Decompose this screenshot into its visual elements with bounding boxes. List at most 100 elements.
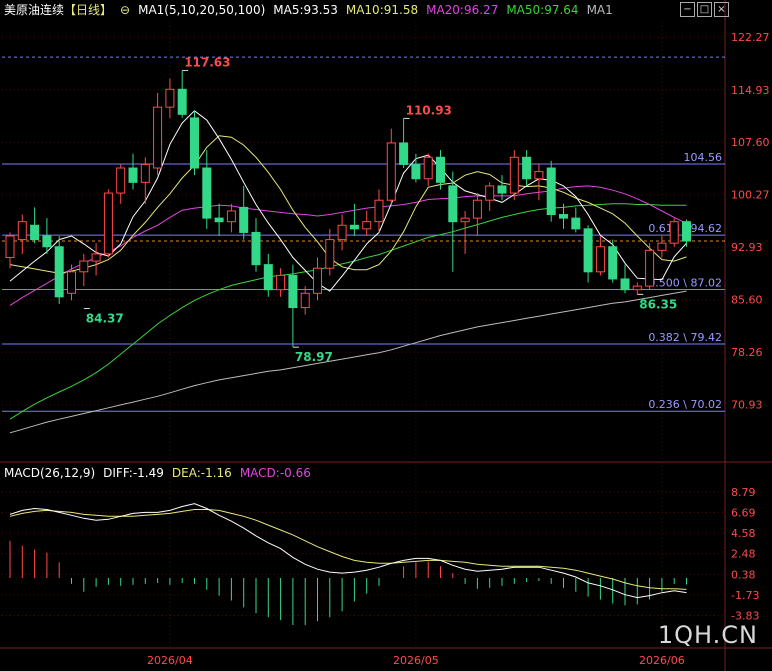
close-icon[interactable]: × — [714, 2, 729, 17]
candle-body-up — [337, 224, 347, 241]
candle-body-up — [91, 253, 101, 262]
indicator-header: 美原油连续【日线】 ⊖ MA1(5,10,20,50,100) MA5:93.53 MA… — [4, 2, 621, 18]
candle-body-down — [682, 221, 691, 242]
candle-body-down — [608, 246, 618, 280]
candle-body-up — [534, 171, 544, 180]
candle-body-down — [190, 117, 199, 169]
macd-diff-value: DIFF:-1.49 — [103, 466, 164, 480]
macd-diff-line — [9, 503, 687, 599]
candle-body-up — [460, 217, 470, 223]
candle-body-up — [595, 246, 605, 273]
candle-body-up — [374, 199, 384, 223]
candle-body-up — [153, 106, 163, 169]
ma-title: MA1(5,10,20,50,100) — [138, 3, 266, 17]
candle-body-up — [632, 285, 642, 291]
candle-body-down — [177, 88, 187, 115]
candle-body-down — [522, 156, 532, 180]
candle-body-up — [485, 185, 495, 201]
candle-body-down — [214, 217, 224, 223]
candle-body-down — [497, 185, 507, 194]
annotation-label: 86.35 — [639, 297, 677, 311]
candle-body-up — [325, 239, 335, 269]
annotation-label: 84.37 — [86, 312, 124, 326]
macd-tick-label: 4.58 — [731, 527, 756, 540]
macd-title: MACD(26,12,9) — [4, 466, 96, 480]
ma20-value: MA20:96.27 — [426, 3, 499, 17]
price-tick-label: 70.93 — [731, 399, 763, 412]
price-tick-label: 114.93 — [731, 84, 770, 97]
candle-body-down — [448, 185, 458, 223]
annotation-label: 78.97 — [295, 350, 333, 364]
candle-body-down — [546, 167, 556, 216]
candle-body-down — [571, 217, 581, 230]
candle-body-up — [67, 271, 76, 294]
price-tick-label: 100.27 — [731, 189, 770, 202]
macd-tick-label: 2.48 — [731, 548, 756, 561]
fib-level-label: 104.56 — [684, 151, 723, 164]
fib-level-label: 0.500 \ 87.02 — [648, 277, 722, 290]
candle-body-up — [116, 167, 126, 194]
time-tick-label: 2026/04 — [147, 654, 193, 667]
candle-body-down — [202, 167, 212, 219]
candle-body-up — [276, 274, 286, 291]
candle-body-up — [165, 88, 175, 108]
candle-body-down — [583, 228, 593, 273]
macd-tick-label: 6.69 — [731, 506, 756, 519]
candle-body-down — [54, 246, 64, 298]
macd-tick-label: 8.79 — [731, 486, 756, 499]
candle-body-down — [436, 156, 445, 183]
settings-icon[interactable]: ⊖ — [120, 3, 130, 17]
candle-body-up — [79, 260, 89, 273]
macd-dea-line — [9, 509, 687, 590]
candle-body-down — [349, 224, 359, 230]
macd-tick-label: -1.73 — [731, 589, 759, 602]
time-tick-label: 2026/05 — [393, 654, 439, 667]
ma100-value: MA1 — [586, 3, 613, 17]
period-label[interactable]: 【日线】 — [64, 3, 112, 17]
minus-icon[interactable]: − — [680, 2, 695, 17]
candle-body-down — [42, 235, 52, 248]
macd-macd-value: MACD:-0.66 — [239, 466, 311, 480]
time-tick-label: 2026/06 — [639, 654, 685, 667]
candle-body-up — [657, 242, 667, 251]
candle-body-up — [645, 249, 655, 287]
candle-body-up — [313, 267, 322, 294]
candle-body-up — [509, 156, 519, 194]
candle-body-up — [472, 199, 482, 219]
macd-tick-label: 0.38 — [731, 568, 756, 581]
candle-body-down — [239, 206, 249, 233]
candle-body-up — [300, 292, 310, 309]
candle-body-up — [5, 235, 15, 258]
candle-body-up — [103, 192, 113, 255]
candlestick-series — [5, 70, 691, 347]
fib-level-label: 0.382 \ 79.42 — [648, 331, 722, 344]
price-axis: 122.27 114.93 107.60 100.27 92.93 85.60 78.26 7… — [147, 31, 769, 667]
symbol-name: 美原油连续 — [4, 3, 65, 17]
candle-body-up — [386, 142, 396, 201]
annotation-label: 117.63 — [184, 55, 230, 69]
candle-body-down — [288, 274, 298, 309]
macd-dea-value: DEA:-1.16 — [171, 466, 232, 480]
price-tick-label: 92.93 — [731, 241, 763, 254]
candle-body-down — [399, 142, 409, 165]
price-tick-label: 107.60 — [731, 136, 770, 149]
candle-body-down — [251, 231, 261, 266]
annotation-label: 110.93 — [406, 103, 452, 117]
fib-level-label: 0.236 \ 70.02 — [648, 398, 722, 411]
candle-body-down — [620, 278, 630, 291]
square-icon[interactable]: □ — [697, 2, 712, 17]
candle-body-down — [30, 224, 40, 241]
watermark: 1QH.CN — [657, 621, 758, 649]
candle-body-up — [362, 221, 372, 230]
ma10-value: MA10:91.58 — [345, 3, 419, 17]
macd-panel — [9, 503, 687, 626]
ma5-value: MA5:93.53 — [273, 3, 338, 17]
candle-body-up — [669, 221, 679, 244]
candle-body-down — [128, 167, 138, 183]
candle-body-down — [263, 264, 273, 291]
candle-body-up — [423, 156, 433, 180]
candle-body-up — [17, 221, 27, 241]
ma50-value: MA50:97.64 — [506, 3, 579, 17]
candle-body-down — [559, 214, 568, 219]
price-tick-label: 122.27 — [731, 31, 770, 44]
